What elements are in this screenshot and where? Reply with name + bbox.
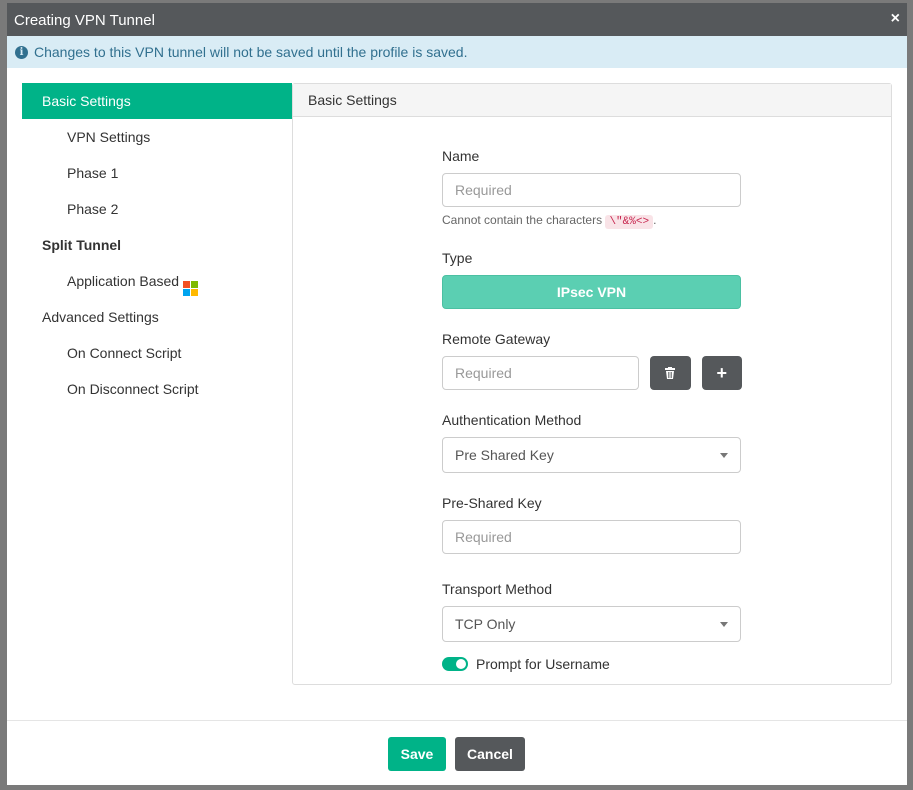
help-end: . <box>653 213 657 227</box>
chevron-down-icon <box>720 452 728 458</box>
close-icon[interactable]: × <box>891 10 900 28</box>
auth-method-select[interactable]: Pre Shared Key <box>442 437 741 473</box>
nav-advanced-settings[interactable]: Advanced Settings <box>22 299 292 335</box>
panel-title: Basic Settings <box>293 84 891 117</box>
trash-icon <box>665 367 676 379</box>
nav-on-disconnect-script[interactable]: On Disconnect Script <box>22 371 292 407</box>
help-text: Cannot contain the characters <box>442 213 603 227</box>
psk-label: Pre-Shared Key <box>442 495 542 511</box>
chevron-down-icon <box>720 621 728 627</box>
info-icon: i <box>15 45 28 59</box>
forbidden-chars: \"&%<> <box>605 215 654 229</box>
dialog-title: Creating VPN Tunnel <box>14 12 155 29</box>
info-text: Changes to this VPN tunnel will not be s… <box>34 44 468 60</box>
save-button[interactable]: Save <box>388 737 446 771</box>
nav-on-connect-script[interactable]: On Connect Script <box>22 335 292 371</box>
nav-phase-1[interactable]: Phase 1 <box>22 155 292 191</box>
add-gateway-button[interactable]: + <box>701 356 742 390</box>
name-help: Cannot contain the characters \"&%<>. <box>442 213 742 229</box>
windows-icon <box>183 281 199 296</box>
nav-application-based[interactable]: Application Based <box>22 263 292 299</box>
pre-shared-key-input[interactable] <box>442 520 741 554</box>
transport-label: Transport Method <box>442 581 552 597</box>
prompt-username-label: Prompt for Username <box>476 656 610 672</box>
basic-settings-panel: Basic Settings Name Cannot contain the c… <box>292 83 892 685</box>
nav-vpn-settings[interactable]: VPN Settings <box>22 119 292 155</box>
delete-gateway-button[interactable] <box>650 356 691 390</box>
nav-phase-2[interactable]: Phase 2 <box>22 191 292 227</box>
type-ipsec-button[interactable]: IPsec VPN <box>442 275 741 309</box>
auth-method-label: Authentication Method <box>442 412 582 428</box>
auth-method-value: Pre Shared Key <box>455 447 554 463</box>
nav-basic-settings[interactable]: Basic Settings <box>22 83 292 119</box>
nav-label: Application Based <box>67 273 180 289</box>
vpn-tunnel-dialog: Creating VPN Tunnel × i Changes to this … <box>7 3 907 785</box>
dialog-header: Creating VPN Tunnel × <box>7 3 907 36</box>
transport-method-select[interactable]: TCP Only <box>442 606 741 642</box>
prompt-username-row: Prompt for Username <box>442 656 742 672</box>
name-label: Name <box>442 148 480 164</box>
settings-nav: Basic Settings VPN Settings Phase 1 Phas… <box>22 83 292 407</box>
dialog-footer: Save Cancel <box>7 720 907 785</box>
prompt-username-toggle[interactable] <box>442 657 468 671</box>
type-label: Type <box>442 250 473 266</box>
cancel-button[interactable]: Cancel <box>455 737 525 771</box>
basic-settings-form: Name Cannot contain the characters \"&%<… <box>442 148 742 672</box>
transport-value: TCP Only <box>455 616 516 632</box>
gateway-label: Remote Gateway <box>442 331 551 347</box>
remote-gateway-input[interactable] <box>442 356 639 390</box>
name-input[interactable] <box>442 173 741 207</box>
nav-split-tunnel[interactable]: Split Tunnel <box>22 227 292 263</box>
info-banner: i Changes to this VPN tunnel will not be… <box>7 36 907 68</box>
